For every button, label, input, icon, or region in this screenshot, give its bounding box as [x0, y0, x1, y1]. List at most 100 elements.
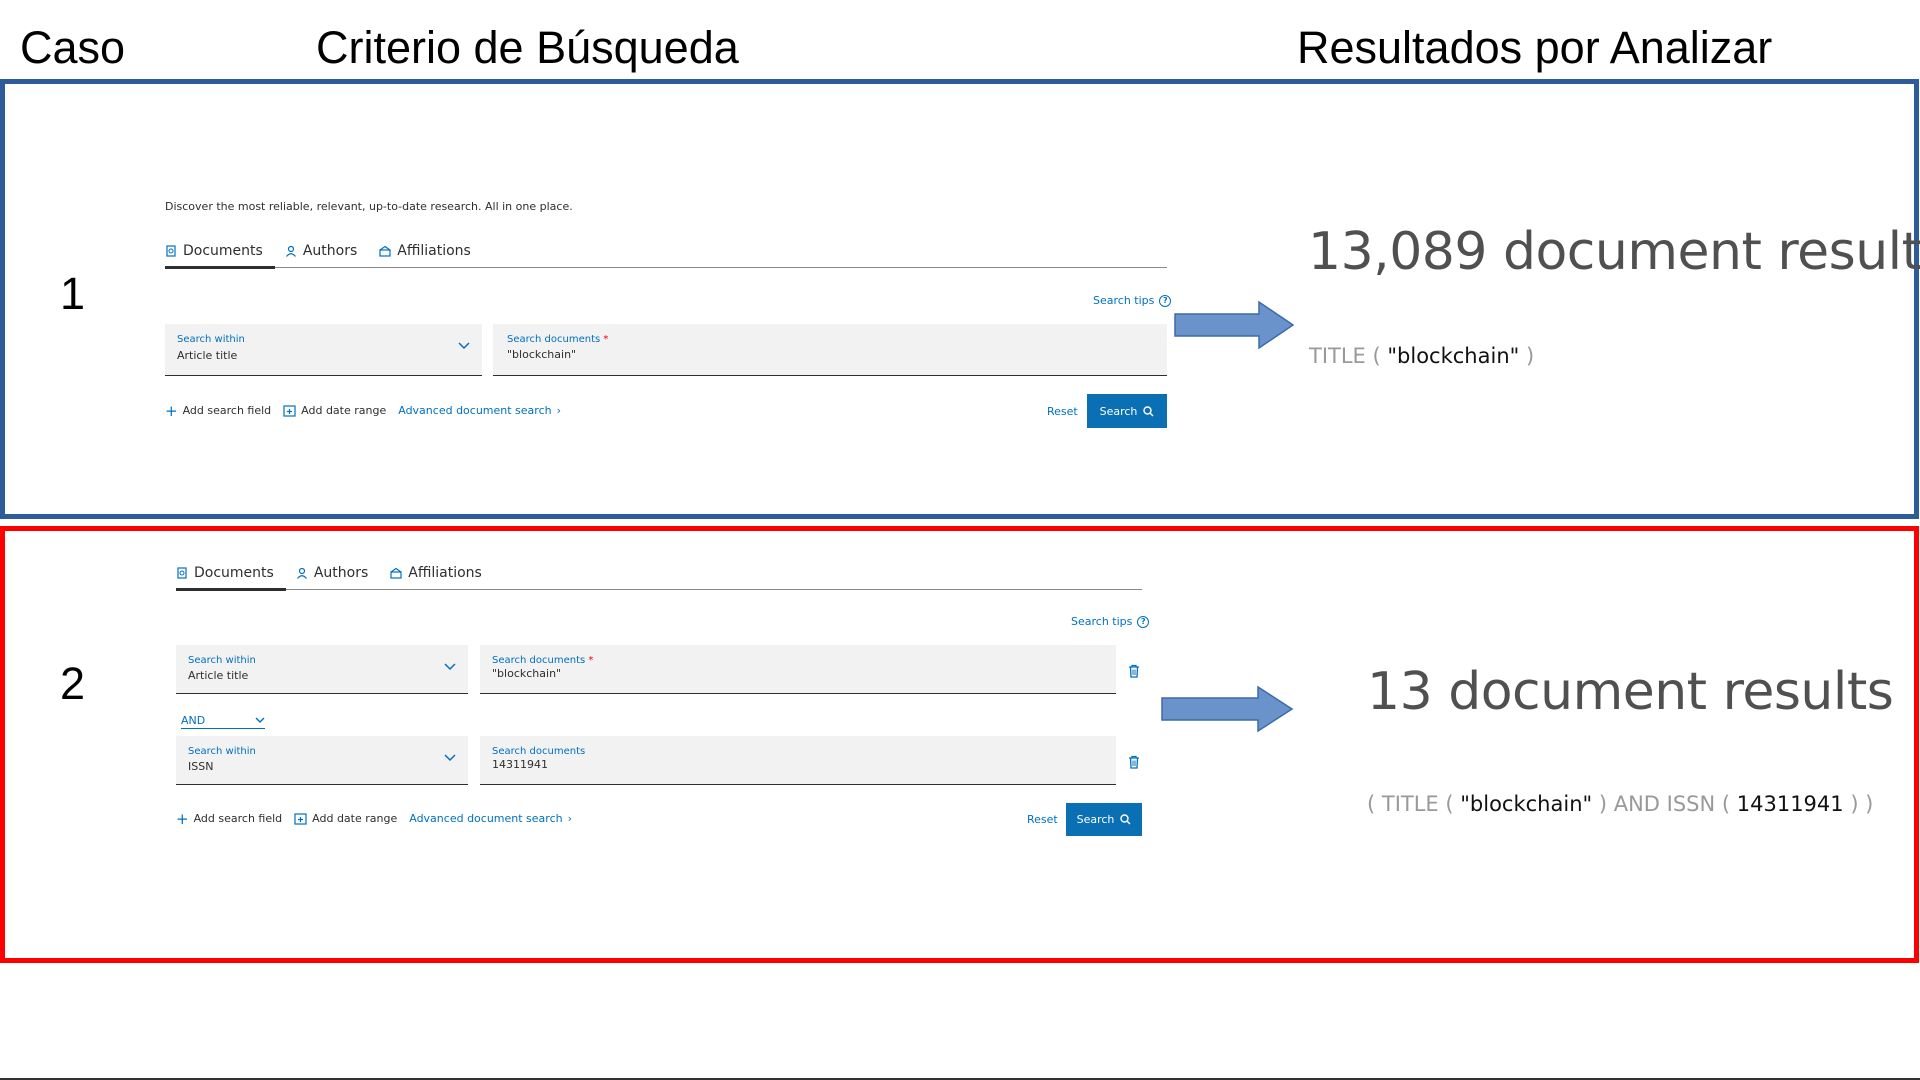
advanced-search-label: Advanced document search — [409, 812, 563, 825]
query-field-2: ISSN — [1666, 792, 1716, 816]
help-icon: ? — [1159, 294, 1172, 307]
search-tabs: Documents Authors Affiliations — [165, 243, 1167, 269]
case-2-result-count: 13 document results — [1367, 662, 1894, 722]
tab-affiliations-label: Affiliations — [408, 565, 482, 581]
search-within-select[interactable]: Search within Article title — [165, 324, 482, 376]
search-documents-label: Search documents — [492, 746, 586, 757]
reset-button[interactable]: Reset — [1047, 405, 1078, 418]
search-documents-value: "blockchain" — [492, 667, 562, 680]
case-1-number: 1 — [60, 268, 86, 319]
boolean-operator-select[interactable]: AND — [181, 713, 265, 729]
case-1-query: TITLE ( "blockchain" ) — [1309, 344, 1535, 368]
tab-affiliations-label: Affiliations — [397, 243, 471, 259]
search-button[interactable]: Search — [1087, 394, 1167, 428]
arrow-right-icon — [1174, 300, 1295, 350]
calendar-plus-icon — [283, 405, 296, 417]
query-field-1: TITLE — [1381, 792, 1439, 816]
search-within-label: Search within — [188, 655, 256, 666]
add-date-range-button[interactable]: Add date range — [294, 812, 397, 825]
add-date-range-label: Add date range — [301, 404, 387, 417]
search-documents-value: "blockchain" — [507, 348, 577, 361]
advanced-search-link[interactable]: Advanced document search › — [409, 812, 572, 825]
search-documents-label: Search documents — [507, 334, 601, 345]
tab-authors-label: Authors — [313, 565, 369, 581]
search-icon — [1120, 814, 1131, 825]
search-button-label: Search — [1076, 813, 1115, 826]
chevron-right-icon: › — [567, 812, 573, 825]
chevron-right-icon: › — [556, 404, 562, 417]
tab-authors-label: Authors — [302, 243, 358, 259]
search-tips-link[interactable]: Search tips ? — [1093, 294, 1172, 307]
tab-documents-label: Documents — [183, 243, 263, 259]
case-2-query: ( TITLE ( "blockchain" ) AND ISSN ( 1431… — [1367, 792, 1874, 816]
search-within-select-2[interactable]: Search within ISSN — [176, 736, 468, 785]
document-icon — [166, 245, 176, 257]
add-date-range-label: Add date range — [312, 812, 398, 825]
add-search-field-label: Add search field — [182, 404, 272, 417]
header-resultados: Resultados por Analizar — [1297, 22, 1773, 73]
tab-documents[interactable]: Documents — [176, 565, 286, 591]
chevron-down-icon — [255, 717, 265, 723]
search-within-label: Search within — [177, 334, 245, 345]
query-term-2: 14311941 — [1736, 792, 1844, 816]
search-documents-value: 14311941 — [492, 758, 548, 771]
query-term-1: "blockchain" — [1460, 792, 1593, 816]
search-button[interactable]: Search — [1066, 803, 1142, 836]
search-within-value: Article title — [188, 669, 249, 682]
query-term: "blockchain" — [1387, 344, 1520, 368]
search-within-select-1[interactable]: Search within Article title — [176, 645, 468, 694]
add-search-field-label: Add search field — [193, 812, 283, 825]
tab-authors[interactable]: Authors — [296, 565, 380, 589]
reset-button[interactable]: Reset — [1027, 813, 1058, 826]
calendar-plus-icon — [294, 813, 307, 825]
search-actions-row: + Add search field Add date range Advance… — [165, 401, 561, 420]
search-button-label: Search — [1099, 404, 1138, 418]
advanced-search-link[interactable]: Advanced document search › — [398, 404, 561, 417]
search-actions-row: + Add search field Add date range Advance… — [176, 809, 572, 828]
person-icon — [296, 567, 307, 579]
case-1-box — [0, 79, 1919, 519]
tab-affiliations[interactable]: Affiliations — [379, 243, 483, 267]
add-search-field-button[interactable]: + Add search field — [165, 401, 272, 420]
search-within-value: Article title — [177, 349, 238, 362]
tab-documents[interactable]: Documents — [165, 243, 275, 269]
search-within-label: Search within — [188, 746, 256, 757]
chevron-down-icon — [444, 663, 456, 671]
search-documents-input-2[interactable]: Search documents 14311941 — [480, 736, 1116, 785]
operator-value: AND — [181, 714, 206, 727]
document-icon — [177, 567, 187, 579]
chevron-down-icon — [444, 754, 456, 762]
arrow-right-icon — [1161, 685, 1294, 733]
trash-icon[interactable] — [1128, 755, 1140, 769]
header-caso: Caso — [20, 22, 126, 73]
advanced-search-label: Advanced document search — [398, 404, 552, 417]
building-icon — [379, 245, 391, 257]
person-icon — [285, 245, 296, 257]
search-tips-label: Search tips — [1093, 294, 1155, 307]
chevron-down-icon — [458, 342, 470, 350]
search-documents-input-1[interactable]: Search documents * "blockchain" — [480, 645, 1116, 694]
query-operator: AND — [1613, 792, 1660, 816]
search-documents-label: Search documents — [492, 655, 586, 666]
help-icon: ? — [1137, 615, 1150, 628]
trash-icon[interactable] — [1128, 664, 1140, 678]
search-icon — [1143, 405, 1154, 416]
case-2-number: 2 — [60, 658, 86, 709]
plus-icon: + — [165, 401, 178, 420]
add-search-field-button[interactable]: + Add search field — [176, 809, 283, 828]
query-field: TITLE — [1309, 344, 1366, 368]
search-tips-link[interactable]: Search tips ? — [1071, 615, 1150, 628]
add-date-range-button[interactable]: Add date range — [283, 404, 386, 417]
tab-authors[interactable]: Authors — [285, 243, 369, 267]
building-icon — [390, 567, 402, 579]
search-documents-input[interactable]: Search documents * "blockchain" — [493, 324, 1167, 376]
tab-affiliations[interactable]: Affiliations — [390, 565, 494, 589]
header-criterio: Criterio de Búsqueda — [316, 22, 739, 73]
search-tips-label: Search tips — [1071, 615, 1133, 628]
search-tabs: Documents Authors Affiliations — [176, 565, 1142, 591]
intro-text: Discover the most reliable, relevant, up… — [165, 200, 573, 213]
case-1-result-count: 13,089 document results — [1308, 222, 1920, 282]
tab-documents-label: Documents — [194, 565, 274, 581]
plus-icon: + — [176, 809, 189, 828]
search-within-value: ISSN — [188, 760, 214, 773]
